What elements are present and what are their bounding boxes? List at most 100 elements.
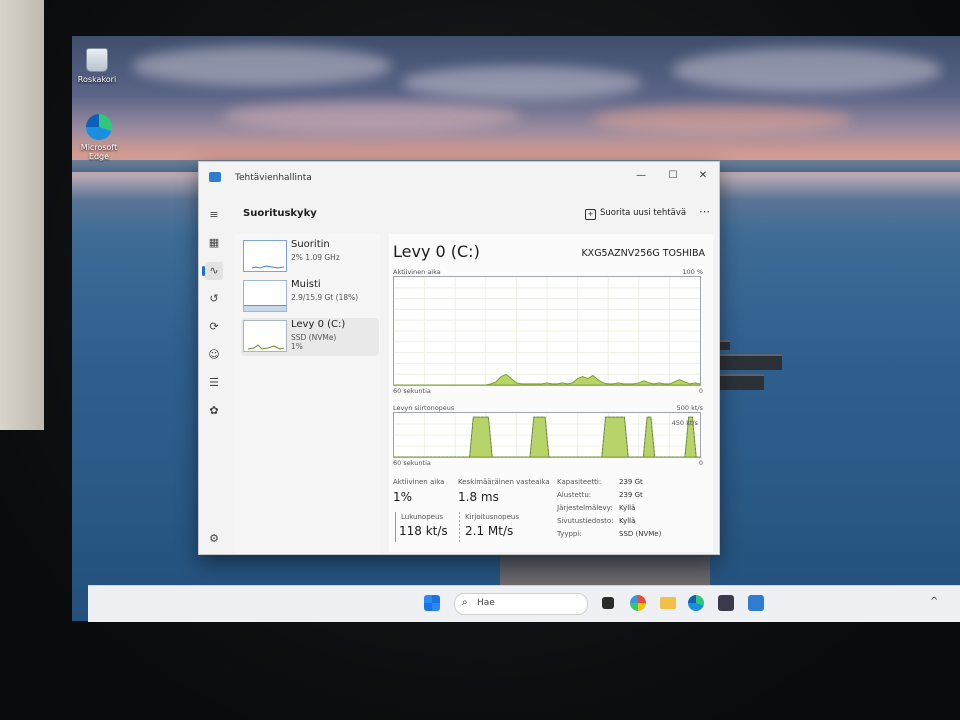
tray-chevron-icon[interactable]: ^ — [930, 596, 938, 607]
maximize-button[interactable]: ☐ — [659, 166, 687, 186]
transfer-chart: 450 kt/s — [393, 412, 701, 458]
prop-value: SSD (NVMe) — [619, 530, 662, 538]
active-time-chart-left-bottom: 60 sekuntia — [393, 387, 431, 395]
settings-gear-icon[interactable]: ⚙ — [205, 530, 223, 548]
prop-value: 239 Gt — [619, 491, 643, 499]
recycle-bin-label: Roskakori — [77, 75, 117, 84]
active-time-chart-max: 100 % — [682, 268, 703, 276]
run-task-icon: + — [585, 209, 596, 220]
disk-thumbnail-graph — [247, 344, 285, 350]
sidebar-item-sub: SSD (NVMe) — [291, 333, 337, 342]
file-explorer-icon[interactable] — [660, 597, 676, 609]
read-speed-value: 118 kt/s — [399, 524, 448, 538]
recycle-bin-icon — [86, 48, 108, 72]
taskbar-search[interactable]: ⌕ Hae — [454, 593, 588, 615]
transfer-chart-left-bottom: 60 sekuntia — [393, 459, 431, 467]
edge-label: Microsoft — [80, 143, 118, 152]
pier — [718, 354, 782, 370]
cloud — [402, 66, 642, 100]
sidebar-item-sub: 2% 1.09 GHz — [291, 253, 340, 262]
active-time-graph — [394, 277, 701, 386]
memory-thumbnail — [243, 280, 287, 312]
users-icon[interactable]: ☺ — [205, 346, 223, 364]
disk-panel: Levy 0 (C:) KXG5AZNV256G TOSHIBA Aktiivi… — [389, 234, 713, 552]
title-bar[interactable]: Tehtävienhallinta — ☐ ✕ — [199, 162, 719, 192]
run-new-task-label: Suorita uusi tehtävä — [600, 208, 687, 218]
app-history-icon[interactable]: ↺ — [205, 290, 223, 308]
cloud — [672, 48, 942, 92]
performance-icon[interactable]: ∿ — [202, 262, 223, 280]
performance-list: Suoritin 2% 1.09 GHz Muisti 2.9/15.9 Gt … — [235, 234, 380, 554]
memory-thumbnail-bar — [244, 305, 286, 311]
more-options-button[interactable]: ⋯ — [699, 205, 711, 218]
task-manager-window: Tehtävienhallinta — ☐ ✕ ≡ ▦ ∿ ↺ ⟳ ☺ ☰ ✿ … — [198, 161, 720, 555]
services-icon[interactable]: ✿ — [205, 402, 223, 420]
write-speed-legend-line — [459, 512, 460, 542]
minimize-button[interactable]: — — [627, 166, 655, 186]
prop-key: Tyyppi: — [557, 530, 582, 538]
background-wall — [0, 0, 44, 430]
prop-key: Kapasiteetti: — [557, 478, 602, 486]
sidebar-item-memory[interactable]: Muisti 2.9/15.9 Gt (18%) — [241, 278, 379, 316]
search-icon: ⌕ — [462, 597, 468, 608]
header-row: Suorituskyky + Suorita uusi tehtävä ⋯ — [243, 205, 713, 228]
read-speed-label: Lukunopeus — [401, 513, 444, 521]
cpu-thumbnail — [243, 240, 287, 272]
start-windows-icon[interactable] — [424, 595, 440, 611]
sidebar-item-label: Suoritin — [291, 239, 330, 250]
active-time-chart-right-bottom: 0 — [698, 387, 703, 395]
copilot-icon[interactable] — [630, 595, 646, 611]
store-icon[interactable] — [718, 595, 734, 611]
edge-icon — [86, 114, 112, 140]
transfer-chart-inner-label: 450 kt/s — [671, 419, 698, 427]
page-title: Suorituskyky — [243, 208, 317, 219]
prop-key: Järjestelmälevy: — [557, 504, 613, 512]
task-manager-icon — [209, 172, 221, 182]
edge-label-2: Edge — [88, 152, 110, 161]
sidebar-item-cpu[interactable]: Suoritin 2% 1.09 GHz — [241, 238, 379, 276]
sidebar-item-label: Levy 0 (C:) — [291, 319, 346, 330]
hamburger-menu-icon[interactable]: ≡ — [205, 206, 223, 224]
edge-shortcut[interactable]: Microsoft Edge — [72, 114, 134, 161]
sidebar-item-disk[interactable]: Levy 0 (C:) SSD (NVMe) 1% — [241, 318, 379, 356]
run-new-task-button[interactable]: + Suorita uusi tehtävä — [585, 208, 686, 220]
task-manager-taskbar-icon[interactable] — [748, 595, 764, 611]
transfer-chart-label: Levyn siirtonopeus — [393, 404, 455, 412]
sidebar-item-label: Muisti — [291, 279, 321, 290]
transfer-graph — [394, 413, 700, 458]
cloud — [592, 106, 852, 134]
write-speed-value: 2.1 Mt/s — [465, 524, 514, 538]
processes-icon[interactable]: ▦ — [205, 234, 223, 252]
prop-key: Sivutustiedosto: — [557, 517, 614, 525]
task-view-icon[interactable] — [602, 597, 614, 609]
transfer-chart-right-bottom: 0 — [698, 459, 703, 467]
startup-apps-icon[interactable]: ⟳ — [205, 318, 223, 336]
response-time-value: 1.8 ms — [458, 490, 499, 504]
sidebar-item-sub2: 1% — [291, 342, 303, 351]
write-speed-label: Kirjoitusnopeus — [465, 513, 519, 521]
details-icon[interactable]: ☰ — [205, 374, 223, 392]
prop-value: Kyllä — [619, 517, 636, 525]
active-time-chart-label: Aktiivinen aika — [393, 268, 441, 276]
prop-value: Kyllä — [619, 504, 636, 512]
nav-rail: ≡ ▦ ∿ ↺ ⟳ ☺ ☰ ✿ ⚙ — [199, 192, 229, 554]
active-time-stat-label: Aktiivinen aika — [393, 478, 445, 486]
prop-key: Alustettu: — [557, 491, 592, 499]
active-time-stat-value: 1% — [393, 490, 413, 504]
desktop: Roskakori Microsoft Edge Tehtävienhallin… — [72, 36, 960, 621]
read-speed-legend-line — [395, 512, 396, 542]
recycle-bin-shortcut[interactable]: Roskakori — [72, 48, 132, 84]
response-time-label: Keskimääräinen vasteaika — [458, 478, 550, 486]
sidebar-item-sub: 2.9/15.9 Gt (18%) — [291, 293, 359, 302]
taskbar: ⌕ Hae ^ — [88, 585, 960, 622]
pier — [718, 374, 764, 390]
cloud — [222, 101, 522, 131]
active-time-chart — [393, 276, 701, 386]
transfer-chart-max: 500 kt/s — [676, 404, 703, 412]
edge-taskbar-icon[interactable] — [688, 595, 704, 611]
cpu-thumbnail-graph — [251, 265, 285, 269]
disk-title: Levy 0 (C:) — [393, 242, 480, 261]
close-button[interactable]: ✕ — [689, 166, 717, 186]
disk-thumbnail — [243, 320, 287, 352]
prop-value: 239 Gt — [619, 478, 643, 486]
